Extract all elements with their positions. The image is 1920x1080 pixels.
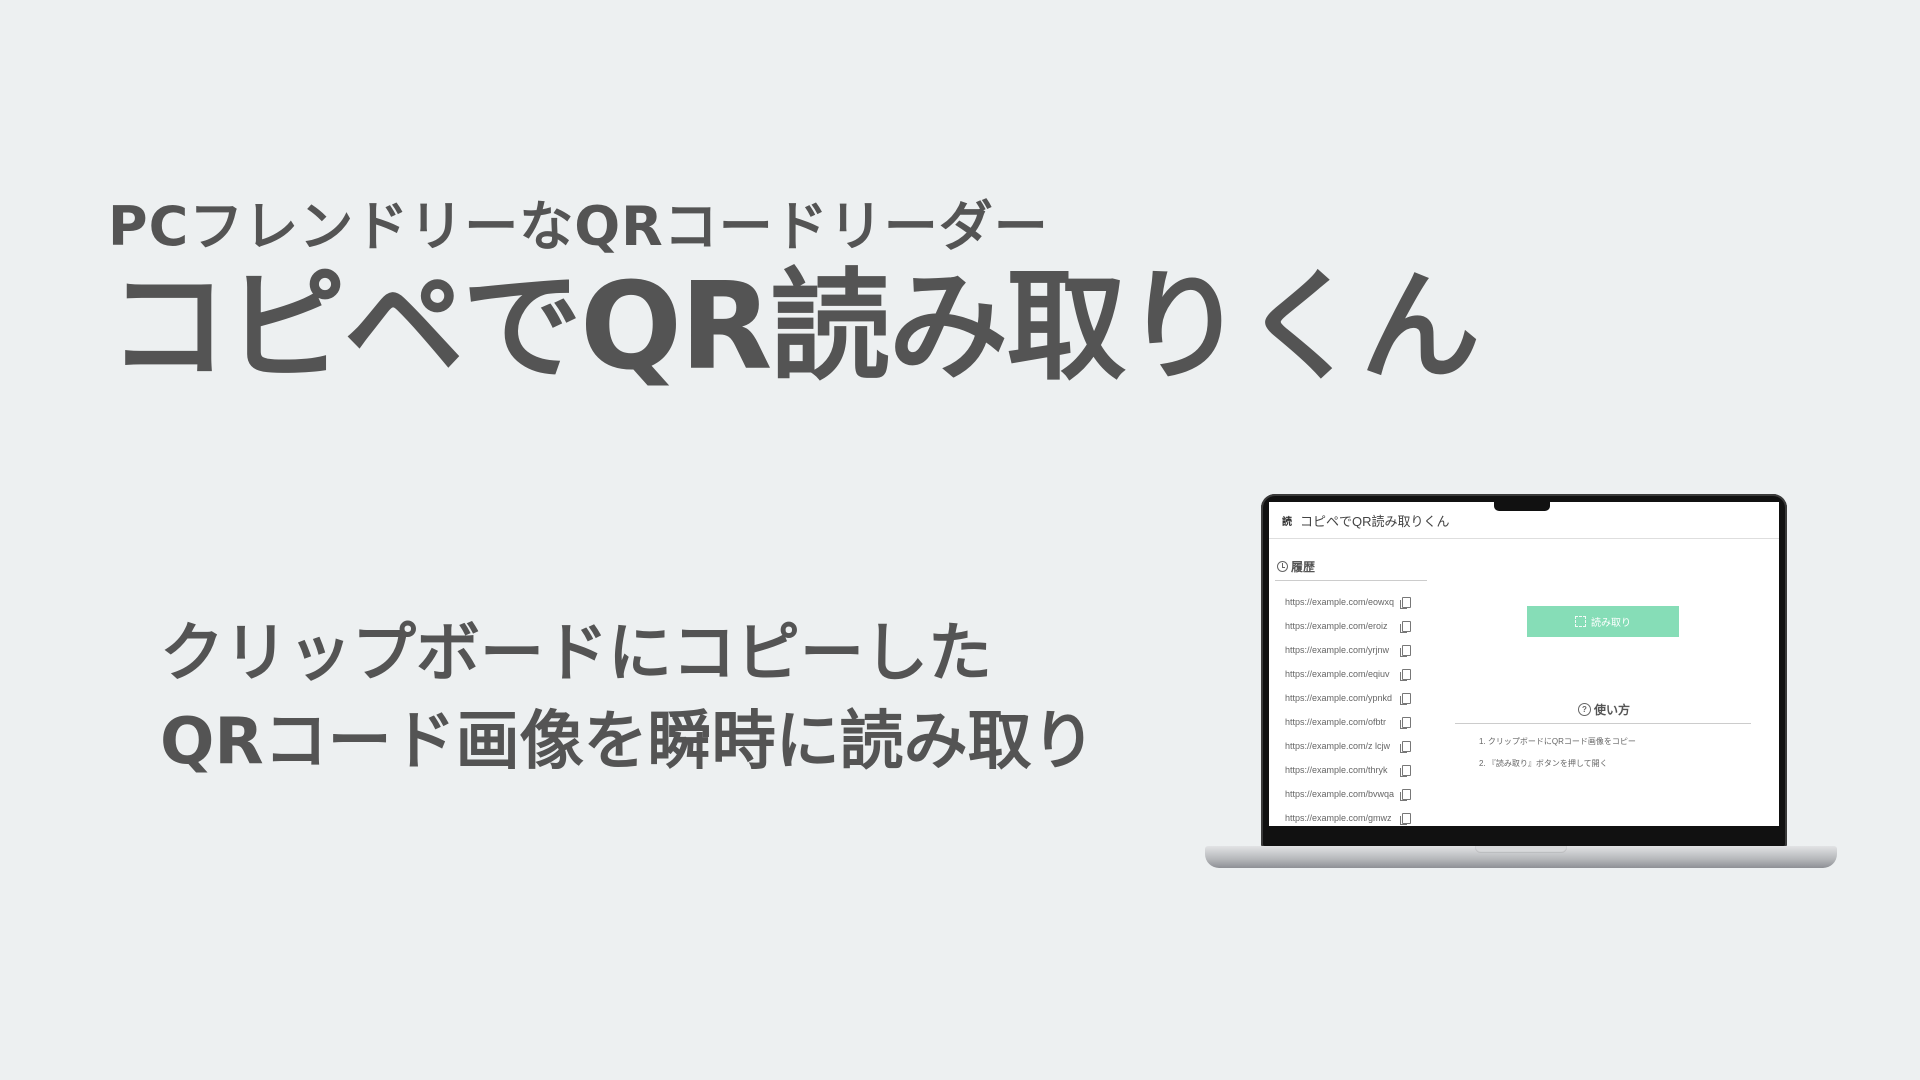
history-item[interactable]: https://example.com/eqiuv xyxy=(1285,662,1427,686)
copy-icon[interactable] xyxy=(1400,596,1411,609)
history-url[interactable]: https://example.com/yrjnw xyxy=(1285,645,1397,655)
history-item[interactable]: https://example.com/bvwqa xyxy=(1285,782,1427,806)
laptop-mockup: 読 コピペでQR読み取りくん 履歴 https://example.com/eo… xyxy=(1205,494,1837,870)
copy-icon[interactable] xyxy=(1400,644,1411,657)
app-screen: 読 コピペでQR読み取りくん 履歴 https://example.com/eo… xyxy=(1269,502,1779,826)
history-item[interactable]: https://example.com/thryk xyxy=(1285,758,1427,782)
laptop-opening-notch xyxy=(1475,846,1567,853)
history-item[interactable]: https://example.com/eroiz xyxy=(1285,614,1427,638)
history-item[interactable]: https://example.com/z lcjw xyxy=(1285,734,1427,758)
usage-step: 1. クリップボードにQRコード画像をコピー xyxy=(1479,737,1636,746)
copy-icon[interactable] xyxy=(1400,740,1411,753)
history-url[interactable]: https://example.com/ypnkd xyxy=(1285,693,1397,703)
history-item[interactable]: https://example.com/gmwz xyxy=(1285,806,1427,826)
copy-icon[interactable] xyxy=(1400,692,1411,705)
copy-icon[interactable] xyxy=(1400,716,1411,729)
scan-icon xyxy=(1575,616,1586,627)
usage-heading: ? 使い方 xyxy=(1455,701,1751,724)
usage-step: 2. 『読み取り』ボタンを押して開く xyxy=(1479,759,1608,768)
copy-icon[interactable] xyxy=(1400,788,1411,801)
history-url[interactable]: https://example.com/ofbtr xyxy=(1285,717,1397,727)
app-title: コピペでQR読み取りくん xyxy=(1300,513,1450,529)
help-icon: ? xyxy=(1577,703,1591,716)
hero-title: コピペでQR読み取りくん xyxy=(108,258,1480,397)
usage-title: 使い方 xyxy=(1593,703,1630,717)
copy-icon[interactable] xyxy=(1400,764,1411,777)
read-button[interactable]: 読み取り xyxy=(1527,606,1679,637)
history-url[interactable]: https://example.com/gmwz xyxy=(1285,813,1397,823)
history-url[interactable]: https://example.com/eroiz xyxy=(1285,621,1397,631)
tagline-line-2: QRコード画像を瞬時に読み取り xyxy=(160,705,1096,779)
history-heading: 履歴 xyxy=(1275,558,1427,581)
history-title: 履歴 xyxy=(1291,560,1316,574)
history-url[interactable]: https://example.com/z lcjw xyxy=(1285,741,1397,751)
tagline-line-1: クリップボードにコピーした xyxy=(160,617,992,691)
usage-steps: 1. クリップボードにQRコード画像をコピー 2. 『読み取り』ボタンを押して開… xyxy=(1455,736,1751,780)
laptop-lid: 読 コピペでQR読み取りくん 履歴 https://example.com/eo… xyxy=(1261,494,1787,848)
copy-icon[interactable] xyxy=(1400,812,1411,825)
history-list: https://example.com/eowxq https://exampl… xyxy=(1275,590,1427,826)
history-item[interactable]: https://example.com/yrjnw xyxy=(1285,638,1427,662)
read-button-label: 読み取り xyxy=(1591,618,1631,629)
history-url[interactable]: https://example.com/eqiuv xyxy=(1285,669,1397,679)
hero-tagline: クリップボードにコピーした QRコード画像を瞬時に読み取り xyxy=(160,610,1096,786)
copy-icon[interactable] xyxy=(1400,668,1411,681)
promo-banner: PCフレンドリーなQRコードリーダー コピペでQR読み取りくん クリップボードに… xyxy=(0,0,1920,1080)
history-item[interactable]: https://example.com/ofbtr xyxy=(1285,710,1427,734)
history-item[interactable]: https://example.com/eowxq xyxy=(1285,590,1427,614)
history-url[interactable]: https://example.com/bvwqa xyxy=(1285,789,1397,799)
history-url[interactable]: https://example.com/thryk xyxy=(1285,765,1397,775)
clock-icon xyxy=(1277,561,1288,572)
history-url[interactable]: https://example.com/eowxq xyxy=(1285,597,1397,607)
camera-notch xyxy=(1494,502,1550,511)
hero-subtitle: PCフレンドリーなQRコードリーダー xyxy=(108,195,1049,258)
app-logo-icon: 読 xyxy=(1282,516,1292,528)
history-item[interactable]: https://example.com/ypnkd xyxy=(1285,686,1427,710)
usage-panel: ? 使い方 1. クリップボードにQRコード画像をコピー 2. 『読み取り』ボタ… xyxy=(1455,701,1751,780)
copy-icon[interactable] xyxy=(1400,620,1411,633)
history-panel: 履歴 https://example.com/eowxq https://exa… xyxy=(1275,558,1427,826)
